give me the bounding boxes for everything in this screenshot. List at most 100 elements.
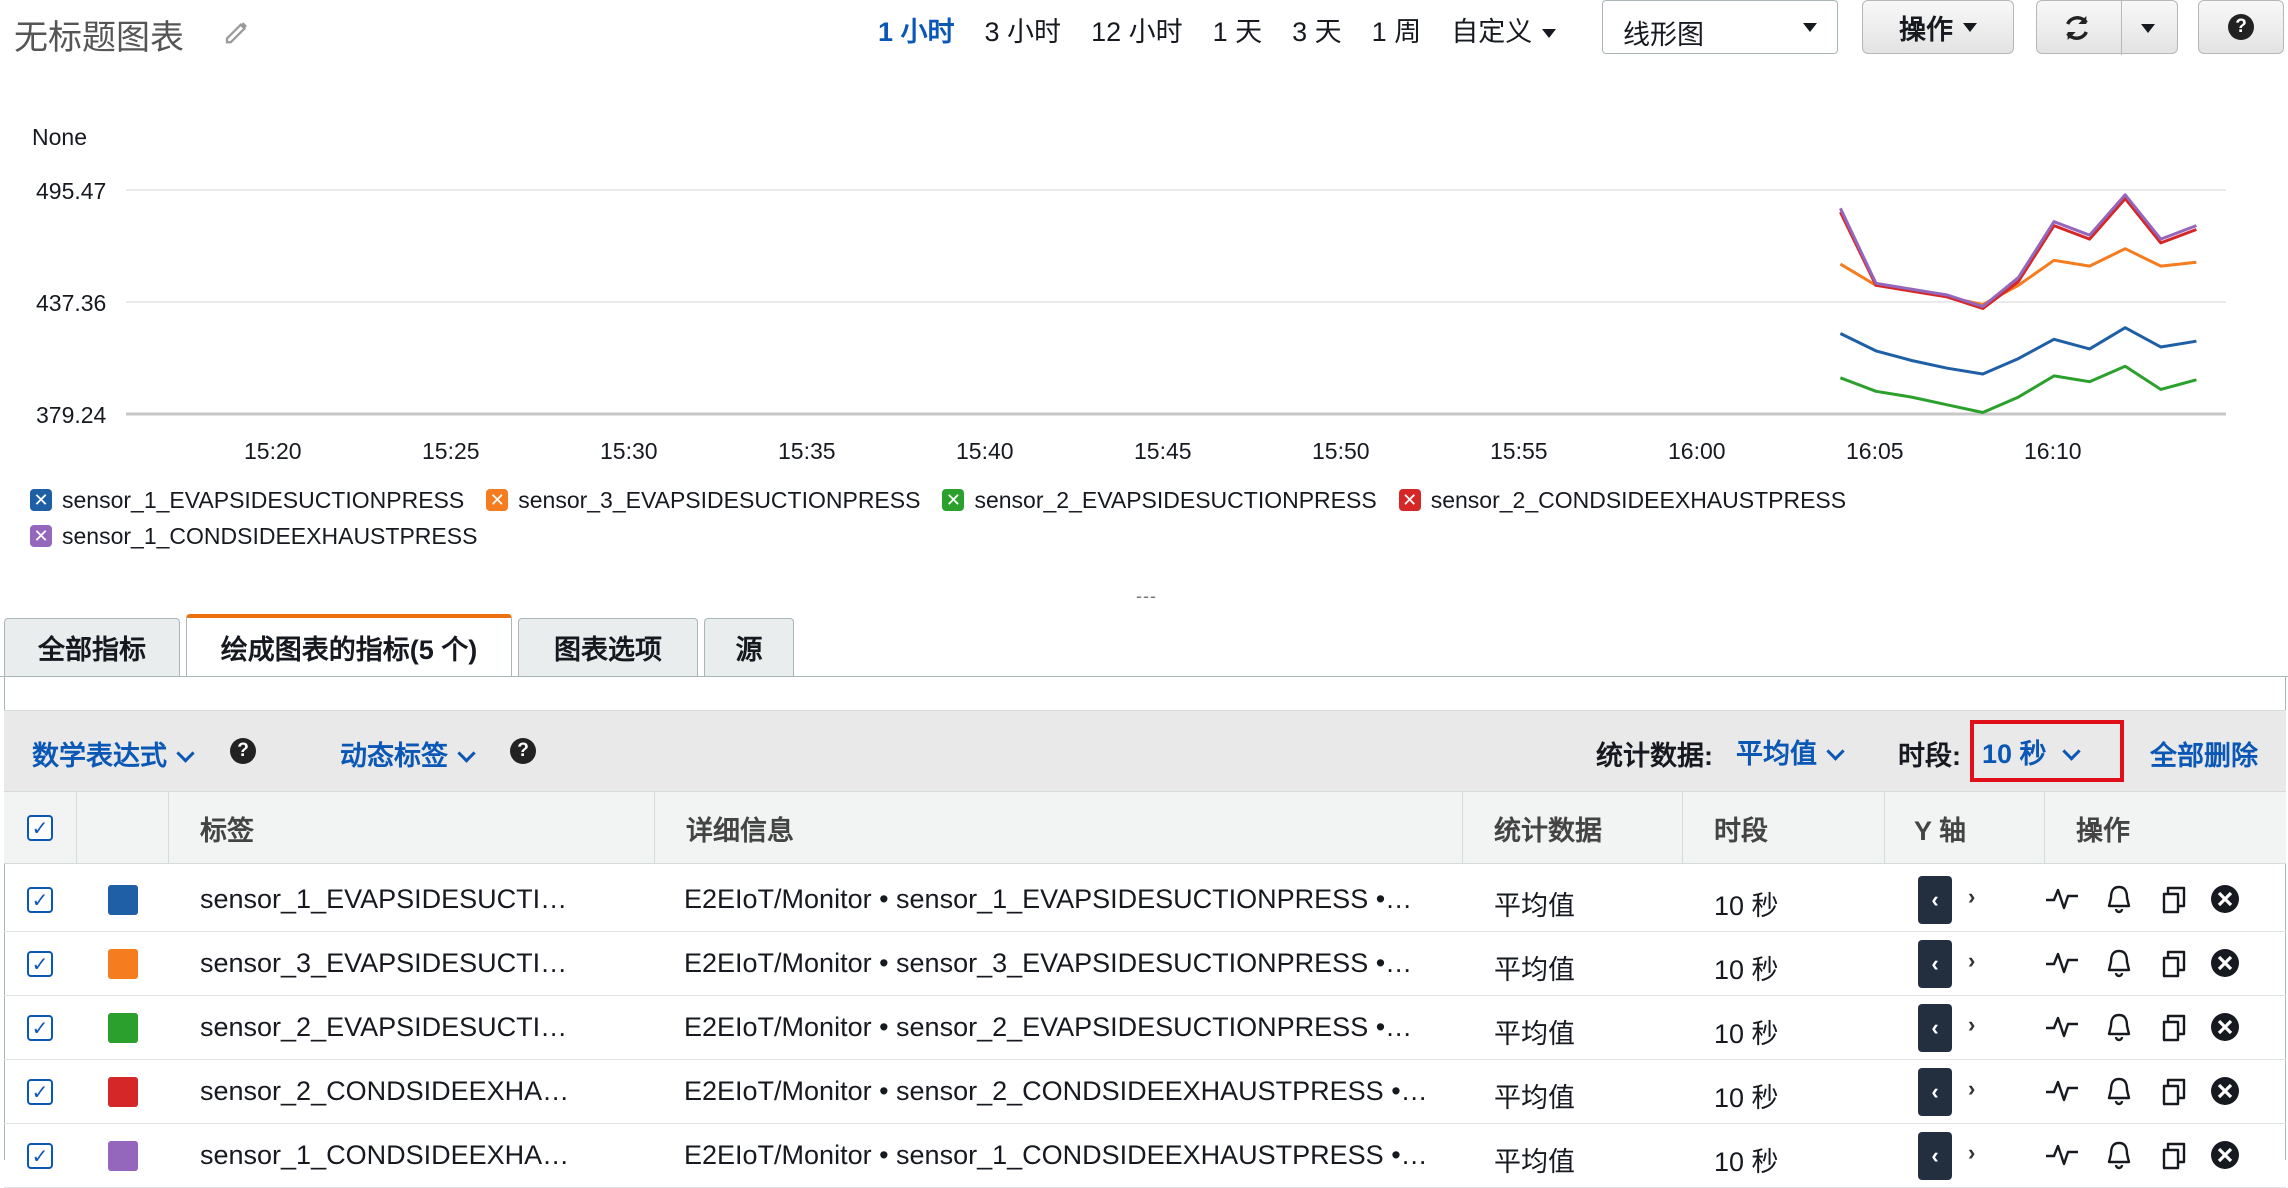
graph-type-icon[interactable] [2044, 1138, 2078, 1172]
y-axis-left-icon[interactable]: ‹ [1918, 1068, 1952, 1116]
help-icon[interactable]: ? [510, 738, 536, 764]
legend-item[interactable]: ✕ sensor_1_EVAPSIDESUCTIONPRESS [30, 482, 464, 518]
column-divider [1884, 792, 1885, 864]
remove-metric-icon[interactable] [2208, 946, 2242, 980]
statistic-value: 平均值 [1736, 739, 1817, 769]
chevron-down-icon [1826, 742, 1845, 761]
row-period[interactable]: 10 秒 [1714, 884, 1779, 923]
row-checkbox[interactable]: ✓ [27, 1143, 53, 1169]
x-tick-label: 16:00 [1668, 438, 1726, 464]
legend-label: sensor_1_EVAPSIDESUCTIONPRESS [62, 486, 465, 513]
series-color-swatch[interactable] [108, 1141, 138, 1171]
series-color-swatch[interactable] [108, 1013, 138, 1043]
legend-label: sensor_2_CONDSIDEEXHAUSTPRESS [1430, 486, 1847, 513]
alarm-bell-icon[interactable] [2102, 882, 2136, 916]
remove-metric-icon[interactable] [2208, 882, 2242, 916]
column-header-statistic[interactable]: 统计数据 [1494, 792, 1602, 864]
series-color-swatch[interactable] [108, 885, 138, 915]
graph-type-icon[interactable] [2044, 1010, 2078, 1044]
legend-toggle-icon[interactable]: ✕ [30, 489, 52, 511]
tab-graph-options[interactable]: 图表选项 [518, 618, 698, 676]
x-tick-label: 15:45 [1134, 438, 1192, 464]
row-label[interactable]: sensor_2_CONDSIDEEXHA… [200, 1076, 640, 1107]
row-period[interactable]: 10 秒 [1714, 1012, 1779, 1051]
duplicate-icon[interactable] [2156, 882, 2190, 916]
graph-type-icon[interactable] [2044, 946, 2078, 980]
column-header-y-axis[interactable]: Y 轴 [1914, 792, 1966, 864]
math-expression-dropdown[interactable]: 数学表达式 [32, 734, 195, 773]
tab-all-metrics[interactable]: 全部指标 [4, 618, 180, 676]
row-checkbox[interactable]: ✓ [27, 951, 53, 977]
alarm-bell-icon[interactable] [2102, 1138, 2136, 1172]
row-checkbox[interactable]: ✓ [27, 1015, 53, 1041]
legend-toggle-icon[interactable]: ✕ [942, 489, 965, 511]
select-all-checkbox[interactable]: ✓ [27, 815, 53, 841]
y-axis-left-icon[interactable]: ‹ [1918, 1132, 1952, 1180]
row-checkbox[interactable]: ✓ [27, 1079, 53, 1105]
row-statistic[interactable]: 平均值 [1494, 884, 1575, 923]
period-label: 时段: [1898, 741, 1961, 771]
period-dropdown[interactable]: 10 秒 [1982, 732, 2081, 771]
row-label[interactable]: sensor_1_EVAPSIDESUCTI… [200, 884, 640, 915]
y-axis-right-icon[interactable]: › [1968, 1012, 1975, 1038]
column-header-actions[interactable]: 操作 [2076, 792, 2130, 864]
y-axis-left-icon[interactable]: ‹ [1918, 940, 1952, 988]
column-header-details[interactable]: 详细信息 [686, 792, 794, 864]
duplicate-icon[interactable] [2156, 1010, 2190, 1044]
y-axis-right-icon[interactable]: › [1968, 948, 1975, 974]
legend-toggle-icon[interactable]: ✕ [30, 525, 52, 547]
period-value: 10 秒 [1982, 739, 2047, 769]
series-color-swatch[interactable] [108, 1077, 138, 1107]
remove-metric-icon[interactable] [2208, 1010, 2242, 1044]
help-icon[interactable]: ? [230, 738, 256, 764]
legend-item[interactable]: ✕ sensor_2_EVAPSIDESUCTIONPRESS [942, 482, 1377, 518]
legend-toggle-icon[interactable]: ✕ [486, 489, 509, 511]
line-chart[interactable] [0, 0, 2288, 440]
row-checkbox[interactable]: ✓ [27, 887, 53, 913]
dynamic-labels-dropdown[interactable]: 动态标签 [340, 734, 476, 773]
alarm-bell-icon[interactable] [2102, 946, 2136, 980]
row-label[interactable]: sensor_3_EVAPSIDESUCTI… [200, 948, 640, 979]
resize-handle[interactable]: --- [1136, 586, 1157, 607]
column-divider [168, 792, 169, 864]
legend-item[interactable]: ✕ sensor_2_CONDSIDEEXHAUSTPRESS [1398, 482, 1847, 518]
row-period[interactable]: 10 秒 [1714, 1076, 1779, 1115]
y-axis-right-icon[interactable]: › [1968, 1140, 1975, 1166]
tab-graphed-metrics[interactable]: 绘成图表的指标(5 个) [186, 614, 512, 676]
duplicate-icon[interactable] [2156, 1138, 2190, 1172]
graph-type-icon[interactable] [2044, 1074, 2078, 1108]
column-header-period[interactable]: 时段 [1714, 792, 1768, 864]
row-statistic[interactable]: 平均值 [1494, 1012, 1575, 1051]
row-period[interactable]: 10 秒 [1714, 948, 1779, 987]
row-label[interactable]: sensor_2_EVAPSIDESUCTI… [200, 1012, 640, 1043]
series-color-swatch[interactable] [108, 949, 138, 979]
series-line[interactable] [1839, 193, 2197, 308]
statistic-dropdown[interactable]: 平均值 [1736, 732, 1845, 771]
duplicate-icon[interactable] [2156, 1074, 2190, 1108]
legend-item[interactable]: ✕ sensor_1_CONDSIDEEXHAUSTPRESS [30, 518, 477, 554]
remove-metric-icon[interactable] [2208, 1074, 2242, 1108]
y-axis-left-icon[interactable]: ‹ [1918, 1004, 1952, 1052]
y-axis-right-icon[interactable]: › [1968, 1076, 1975, 1102]
delete-all-button[interactable]: 全部删除 [2150, 734, 2258, 773]
tab-source[interactable]: 源 [704, 618, 794, 676]
x-tick-label: 15:30 [600, 438, 658, 464]
row-statistic[interactable]: 平均值 [1494, 1076, 1575, 1115]
legend-toggle-icon[interactable]: ✕ [1398, 489, 1421, 511]
legend-item[interactable]: ✕ sensor_3_EVAPSIDESUCTIONPRESS [486, 482, 920, 518]
x-tick-label: 16:05 [1846, 438, 1904, 464]
alarm-bell-icon[interactable] [2102, 1074, 2136, 1108]
series-line[interactable] [1839, 364, 2197, 414]
y-axis-right-icon[interactable]: › [1968, 884, 1975, 910]
series-line[interactable] [1839, 326, 2197, 376]
dynamic-labels-label: 动态标签 [340, 741, 448, 771]
graph-type-icon[interactable] [2044, 882, 2078, 916]
alarm-bell-icon[interactable] [2102, 1010, 2136, 1044]
column-header-label[interactable]: 标签 [200, 792, 254, 864]
y-axis-left-icon[interactable]: ‹ [1918, 876, 1952, 924]
remove-metric-icon[interactable] [2208, 1138, 2242, 1172]
duplicate-icon[interactable] [2156, 946, 2190, 980]
row-label[interactable]: sensor_1_CONDSIDEEXHA… [200, 1140, 640, 1171]
row-statistic[interactable]: 平均值 [1494, 948, 1575, 987]
x-tick-label: 15:25 [422, 438, 480, 464]
